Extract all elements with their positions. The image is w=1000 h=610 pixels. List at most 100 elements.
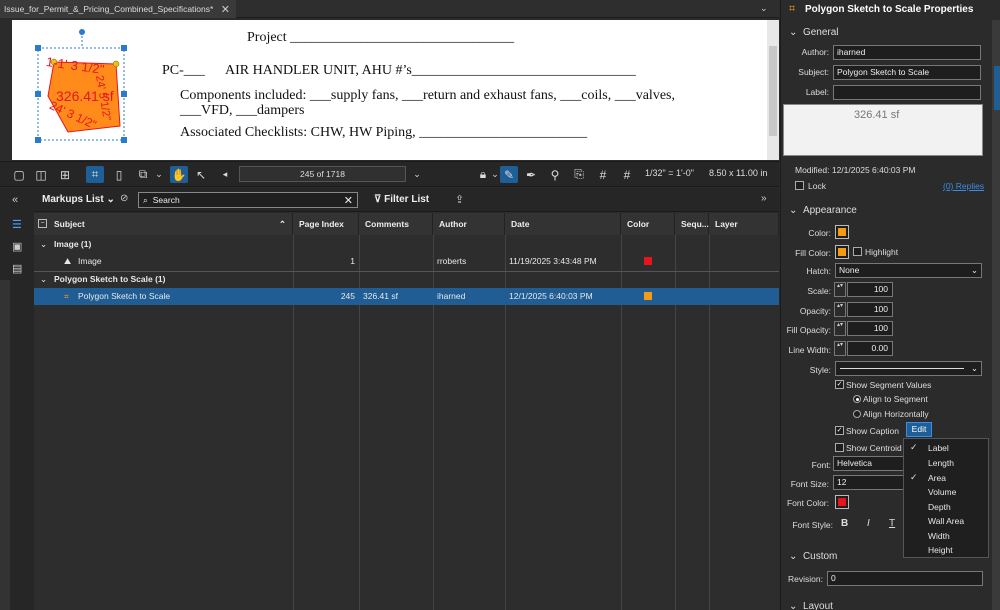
column-color[interactable]: Color bbox=[621, 213, 675, 235]
scale-readout[interactable]: 1/32" = 1'-0" bbox=[645, 168, 694, 178]
collapse-left-icon[interactable]: « bbox=[12, 194, 24, 206]
hatch-select[interactable]: None ⌄ bbox=[835, 263, 982, 278]
show-segment-values-label: Show Segment Values bbox=[846, 380, 932, 390]
lock-checkbox[interactable] bbox=[795, 181, 804, 190]
menu-item-depth[interactable]: Depth bbox=[904, 499, 988, 513]
column-comments[interactable]: Comments bbox=[359, 213, 433, 235]
3d-icon[interactable]: ▣ bbox=[12, 240, 24, 253]
column-sequence[interactable]: Sequ... bbox=[675, 213, 709, 235]
italic-button[interactable]: I bbox=[867, 518, 870, 529]
section-general[interactable]: ⌄ General bbox=[789, 27, 839, 38]
align-horizontally-radio[interactable] bbox=[853, 410, 861, 418]
author-label: Author: bbox=[801, 47, 829, 57]
caption-preview[interactable]: 326.41 sf bbox=[783, 104, 983, 156]
menu-item-length[interactable]: Length bbox=[904, 455, 988, 469]
fill-color-label: Fill Color: bbox=[795, 248, 831, 258]
pan-hand-icon[interactable]: ✋ bbox=[170, 166, 188, 183]
color-label: Color: bbox=[808, 228, 831, 238]
hide-markups-icon[interactable]: ⊘ bbox=[120, 193, 128, 204]
align-to-segment-radio[interactable] bbox=[853, 395, 861, 403]
polygon-markup[interactable] bbox=[34, 24, 134, 150]
show-caption-checkbox[interactable]: ✓ bbox=[835, 426, 844, 435]
section-layout[interactable]: ⌄ Layout bbox=[789, 601, 833, 610]
previous-page-icon[interactable]: ◂ bbox=[216, 166, 234, 183]
line-style-select[interactable]: ⌄ bbox=[835, 361, 982, 376]
color-picker[interactable] bbox=[835, 225, 849, 239]
thumbnails-icon[interactable]: ⊞ bbox=[56, 166, 74, 183]
opacity-label: Opacity: bbox=[799, 306, 831, 316]
markups-list-title[interactable]: Markups List ⌄ bbox=[42, 194, 115, 205]
clear-search-icon[interactable]: ✕ bbox=[344, 194, 357, 207]
markups-table: Subject ⌃ − Page Index Comments Author Da… bbox=[34, 213, 779, 610]
tab-list-chevron-icon[interactable]: ⌄ bbox=[760, 3, 768, 14]
split-view-icon[interactable]: ◫ bbox=[32, 166, 50, 183]
font-size-field[interactable]: 12 bbox=[833, 475, 905, 490]
properties-title: Polygon Sketch to Scale Properties bbox=[805, 4, 974, 15]
group-row-polygon[interactable]: ⌄ Polygon Sketch to Scale (1) bbox=[34, 271, 779, 288]
label-field[interactable] bbox=[833, 85, 981, 100]
markups-list-icon[interactable]: ☰ bbox=[12, 218, 24, 231]
lock-label: Lock bbox=[808, 181, 826, 191]
menu-item-label[interactable]: ✓ Label bbox=[904, 440, 988, 454]
search-placeholder: Search bbox=[152, 195, 180, 205]
menu-item-height[interactable]: Height bbox=[904, 542, 988, 556]
underline-button[interactable]: T bbox=[889, 518, 895, 529]
markup-panel-icon[interactable]: ⌗ bbox=[86, 166, 104, 183]
menu-item-wall-area[interactable]: Wall Area bbox=[904, 513, 988, 527]
layout-chevron-icon[interactable]: ⌄ bbox=[150, 166, 168, 183]
page-number-field[interactable]: 245 of 1718 bbox=[239, 166, 406, 182]
font-select[interactable]: Helvetica bbox=[833, 456, 905, 471]
expand-right-icon[interactable]: » bbox=[761, 193, 767, 204]
sheets-icon[interactable]: ▤ bbox=[12, 262, 24, 275]
menu-item-area[interactable]: ✓ Area bbox=[904, 470, 988, 484]
line-width-spinner[interactable]: ▴▾ 0.00 bbox=[834, 341, 893, 356]
line-width-label: Line Width: bbox=[788, 345, 831, 355]
column-layer[interactable]: Layer bbox=[709, 213, 779, 235]
bold-button[interactable]: B bbox=[841, 518, 848, 529]
document-search-icon[interactable]: ⎘ bbox=[570, 166, 588, 183]
document-view[interactable]: 1-1' 3 1/2" 24' 5 1/2" 326.41 sf 24' 3 1… bbox=[12, 20, 767, 160]
highlight-checkbox[interactable] bbox=[853, 247, 862, 256]
font-color-picker[interactable] bbox=[835, 495, 849, 509]
scale-spinner[interactable]: ▴▾ 100 bbox=[834, 282, 893, 297]
column-author[interactable]: Author bbox=[433, 213, 505, 235]
page-icon[interactable]: ▯ bbox=[110, 166, 128, 183]
revision-field[interactable]: 0 bbox=[827, 571, 983, 586]
select-arrow-icon[interactable]: ↖ bbox=[192, 166, 210, 183]
single-page-icon[interactable]: ▢ bbox=[10, 166, 28, 183]
replies-link[interactable]: (0) Replies bbox=[943, 181, 984, 191]
opacity-spinner[interactable]: ▴▾ 100 bbox=[834, 302, 893, 317]
group-row-image[interactable]: ⌄ Image (1) bbox=[34, 236, 779, 253]
table-row[interactable]: ⌗ Polygon Sketch to Scale 245 326.41 sf … bbox=[34, 288, 779, 305]
document-scrollbar[interactable] bbox=[767, 20, 779, 160]
markups-search-input[interactable]: ⌕ Search ✕ bbox=[138, 192, 358, 208]
filter-list-button[interactable]: ⊽ Filter List bbox=[374, 194, 429, 205]
page-size-readout: 8.50 x 11.00 in bbox=[709, 168, 768, 178]
document-tab[interactable]: Issue_for_Permit_&_Pricing_Combined_Spec… bbox=[0, 0, 236, 18]
page-dropdown-icon[interactable]: ⌄ bbox=[408, 166, 426, 183]
fill-opacity-spinner[interactable]: ▴▾ 100 bbox=[834, 321, 893, 336]
polygon-icon: ⌗ bbox=[789, 3, 796, 15]
show-segment-values-checkbox[interactable]: ✓ bbox=[835, 380, 844, 389]
export-icon[interactable]: ⇪ bbox=[455, 193, 464, 206]
hashtag-icon[interactable]: # bbox=[594, 166, 612, 183]
table-row[interactable]: ⛰ Image 1 rroberts 11/19/2025 3:43:48 PM bbox=[34, 253, 779, 270]
section-appearance[interactable]: ⌄ Appearance bbox=[789, 205, 857, 216]
grid-icon[interactable]: # bbox=[618, 166, 636, 183]
markup-tool-icon[interactable]: ✎ bbox=[500, 166, 518, 183]
section-custom[interactable]: ⌄ Custom bbox=[789, 551, 837, 562]
column-date[interactable]: Date bbox=[505, 213, 621, 235]
menu-item-volume[interactable]: Volume bbox=[904, 484, 988, 498]
edit-caption-button[interactable]: Edit bbox=[906, 422, 932, 437]
menu-item-width[interactable]: Width bbox=[904, 528, 988, 542]
column-subject[interactable]: Subject ⌃ bbox=[34, 213, 293, 235]
subject-field[interactable]: Polygon Sketch to Scale bbox=[833, 65, 981, 80]
column-page-index[interactable]: Page Index bbox=[293, 213, 359, 235]
fill-color-picker[interactable] bbox=[835, 245, 849, 259]
author-field[interactable]: iharned bbox=[833, 45, 981, 60]
show-centroid-checkbox[interactable] bbox=[835, 443, 844, 452]
select-all-checkbox[interactable]: − bbox=[38, 219, 47, 228]
pen-icon[interactable]: ✒ bbox=[522, 166, 540, 183]
close-tab-icon[interactable]: ✕ bbox=[221, 3, 236, 16]
measure-icon[interactable]: ⚲ bbox=[546, 166, 564, 183]
